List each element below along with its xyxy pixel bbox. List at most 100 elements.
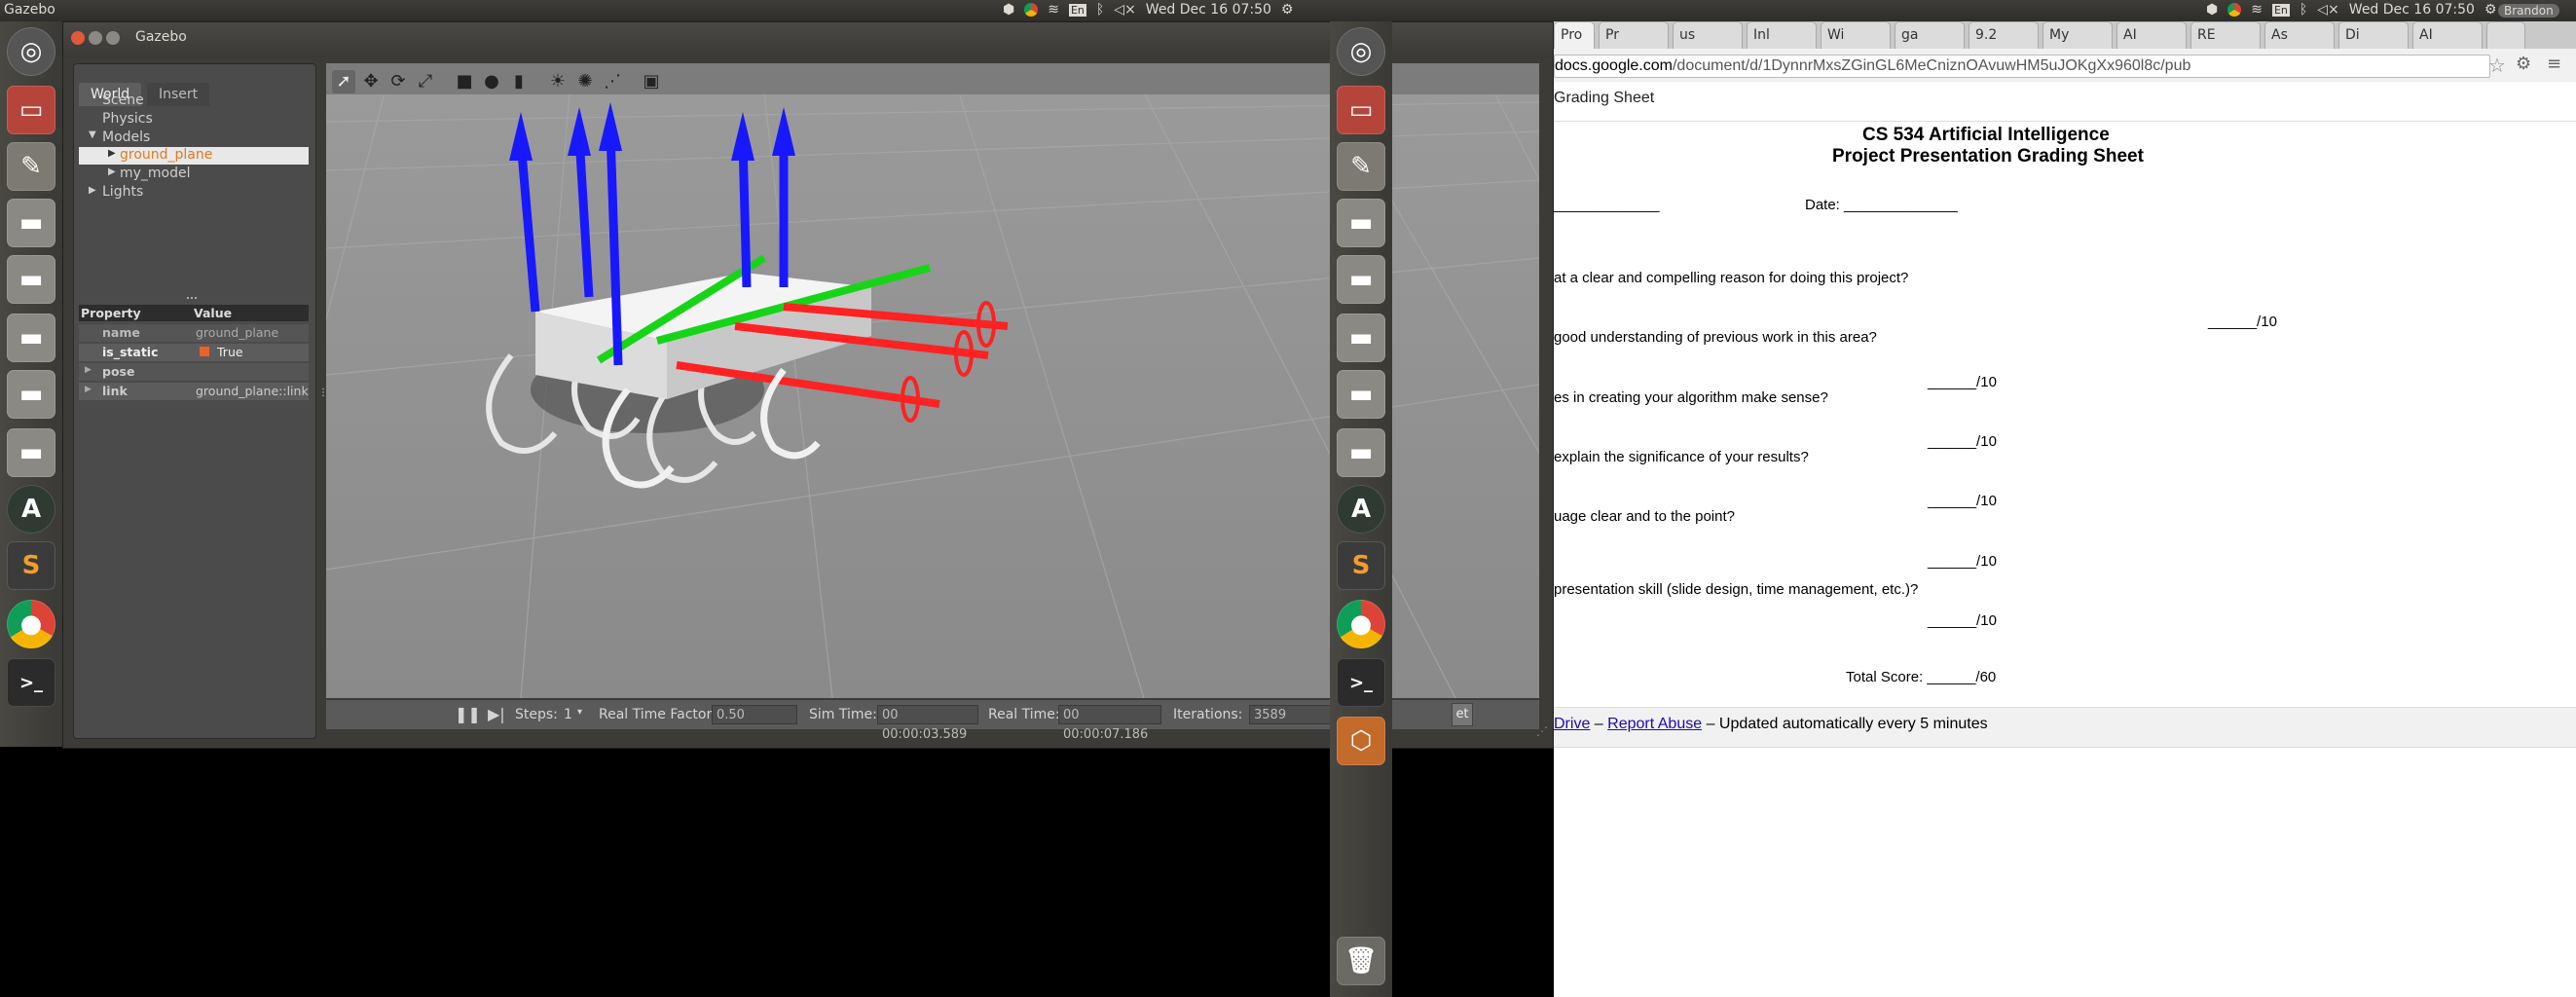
dropbox-icon[interactable]: ⬢ [2206, 2, 2218, 18]
drive-icon[interactable]: ▬ [1337, 199, 1385, 247]
gear-icon[interactable]: ⚙ [1281, 2, 1294, 18]
tree-item-my-model[interactable]: my_model [120, 166, 191, 181]
dash-icon[interactable]: ◎ [1337, 27, 1385, 76]
rotate-mode-icon[interactable]: ⟳ [386, 70, 410, 93]
browser-tab[interactable]: RE [2190, 21, 2261, 49]
splitter-handle[interactable] [187, 297, 197, 303]
drive-icon[interactable]: ▬ [1337, 370, 1385, 419]
browser-tab[interactable]: Pr [1599, 21, 1669, 49]
browser-tab[interactable]: AI [2116, 21, 2187, 49]
terminal-icon[interactable]: >_ [1337, 658, 1385, 707]
software-updater-icon[interactable]: A [1337, 485, 1385, 534]
keyboard-layout-indicator[interactable]: En [1068, 3, 1086, 17]
settings-icon[interactable]: ✎ [1337, 142, 1385, 191]
url-field[interactable]: docs.google.com/document/d/1DynnrMxsZGin… [1554, 55, 2490, 78]
wifi-icon[interactable]: ≋ [1048, 2, 1059, 18]
drive-icon[interactable]: ▬ [1337, 314, 1385, 362]
drive-icon[interactable]: ▬ [1337, 428, 1385, 477]
sublime-text-icon[interactable]: S [1337, 541, 1385, 590]
gazebo-app-icon[interactable]: ⬡ [1337, 717, 1385, 765]
expand-arrow-icon[interactable]: ▶ [85, 385, 92, 394]
close-button[interactable] [71, 31, 85, 45]
dash-icon[interactable]: ◎ [7, 27, 55, 76]
browser-tab[interactable]: 9.2 [1969, 21, 2039, 49]
settings-icon[interactable]: ✎ [7, 142, 55, 191]
tree-item-scene[interactable]: Scene [102, 92, 144, 108]
tree-item-models[interactable]: Models [102, 129, 150, 145]
tree-item-physics[interactable]: Physics [102, 111, 153, 127]
chrome-tray-icon[interactable] [1024, 3, 1039, 17]
clock[interactable]: Wed Dec 16 07:50 [1146, 2, 1271, 18]
checkbox-checked[interactable] [200, 347, 209, 356]
browser-tab[interactable]: My [2042, 21, 2113, 49]
prop-name[interactable]: pose [102, 364, 134, 379]
screenshot-icon[interactable]: ▣ [640, 70, 663, 93]
drive-icon[interactable]: ▬ [7, 428, 55, 477]
clock[interactable]: Wed Dec 16 07:50 [2349, 2, 2475, 18]
volume-icon[interactable]: ◁× [2317, 2, 2339, 18]
reset-time-button[interactable]: et [1452, 703, 1473, 726]
files-icon[interactable]: ▭ [1337, 86, 1385, 134]
chrome-icon[interactable]: ● [7, 600, 55, 648]
tab-insert[interactable]: Insert [147, 83, 210, 106]
volume-icon[interactable]: ◁× [1114, 2, 1136, 18]
pause-icon[interactable]: ❚❚ [455, 705, 481, 723]
files-icon[interactable]: ▭ [7, 86, 55, 134]
browser-tab[interactable]: us [1673, 21, 1743, 49]
collapse-arrow-icon[interactable]: ▶ [108, 148, 116, 159]
minimize-button[interactable] [89, 31, 102, 45]
user-name[interactable]: Brandon [2498, 4, 2559, 18]
select-mode-icon[interactable]: ➚ [332, 70, 355, 93]
gear-icon[interactable]: ⚙ [2484, 2, 2497, 18]
sphere-shape-icon[interactable]: ● [480, 70, 503, 93]
cylinder-shape-icon[interactable]: ▮ [507, 70, 531, 93]
footer-drive-link[interactable]: Drive [1554, 716, 1590, 732]
tree-item-lights[interactable]: Lights [102, 184, 143, 200]
browser-tab[interactable]: Inl [1747, 21, 1817, 49]
software-updater-icon[interactable]: A [7, 485, 55, 534]
collapse-arrow-icon[interactable]: ▶ [89, 185, 96, 196]
spot-light-icon[interactable]: ✺ [573, 70, 597, 93]
directional-light-icon[interactable]: ⋰ [601, 70, 624, 93]
bluetooth-icon[interactable]: ᛒ [1096, 2, 1104, 18]
new-tab-button[interactable] [2486, 21, 2525, 49]
terminal-icon[interactable]: >_ [7, 658, 55, 707]
trash-icon[interactable]: 🗑 [1337, 937, 1385, 985]
bluetooth-icon[interactable]: ᛒ [2300, 2, 2307, 18]
keyboard-layout-indicator[interactable]: En [2271, 3, 2290, 17]
browser-tab[interactable]: Di [2338, 21, 2409, 49]
dropbox-icon[interactable]: ⬢ [1003, 2, 1014, 18]
point-light-icon[interactable]: ☀ [546, 70, 570, 93]
translate-mode-icon[interactable]: ✥ [359, 70, 383, 93]
extension-icon[interactable]: ⚙ [2516, 54, 2531, 74]
browser-tab[interactable]: ga [1895, 21, 1965, 49]
drive-icon[interactable]: ▬ [1337, 255, 1385, 304]
browser-tab[interactable]: AI [2412, 21, 2483, 49]
expand-arrow-icon[interactable]: ▶ [85, 365, 92, 375]
wifi-icon[interactable]: ≋ [2251, 2, 2263, 18]
resize-grip-icon[interactable]: ⋰ [1536, 724, 1548, 738]
sublime-text-icon[interactable]: S [7, 541, 55, 590]
chrome-tray-icon[interactable] [2227, 3, 2242, 17]
scale-mode-icon[interactable]: ⤢ [414, 70, 437, 93]
chrome-icon[interactable]: ● [1337, 600, 1385, 648]
star-bookmark-icon[interactable]: ☆ [2488, 54, 2506, 77]
browser-tab[interactable]: As [2264, 21, 2335, 49]
drive-icon[interactable]: ▬ [7, 199, 55, 247]
drive-icon[interactable]: ▬ [7, 314, 55, 362]
chevron-down-icon[interactable]: ▾ [577, 707, 582, 718]
browser-tab[interactable]: Pro [1554, 21, 1595, 49]
box-shape-icon[interactable]: ■ [453, 70, 476, 93]
expand-arrow-icon[interactable]: ▼ [89, 129, 96, 140]
collapse-arrow-icon[interactable]: ▶ [108, 166, 116, 177]
browser-tab[interactable]: Wi [1821, 21, 1891, 49]
report-abuse-link[interactable]: Report Abuse [1607, 716, 1702, 732]
menu-icon[interactable]: ≡ [2547, 54, 2561, 74]
step-icon[interactable]: ▶| [488, 705, 505, 723]
steps-spinner[interactable]: 1 [564, 707, 572, 722]
drive-icon[interactable]: ▬ [7, 370, 55, 419]
maximize-button[interactable] [106, 31, 120, 45]
drive-icon[interactable]: ▬ [7, 255, 55, 304]
prop-name[interactable]: link [102, 384, 128, 398]
tree-item-ground-plane[interactable]: ground_plane [120, 147, 212, 163]
